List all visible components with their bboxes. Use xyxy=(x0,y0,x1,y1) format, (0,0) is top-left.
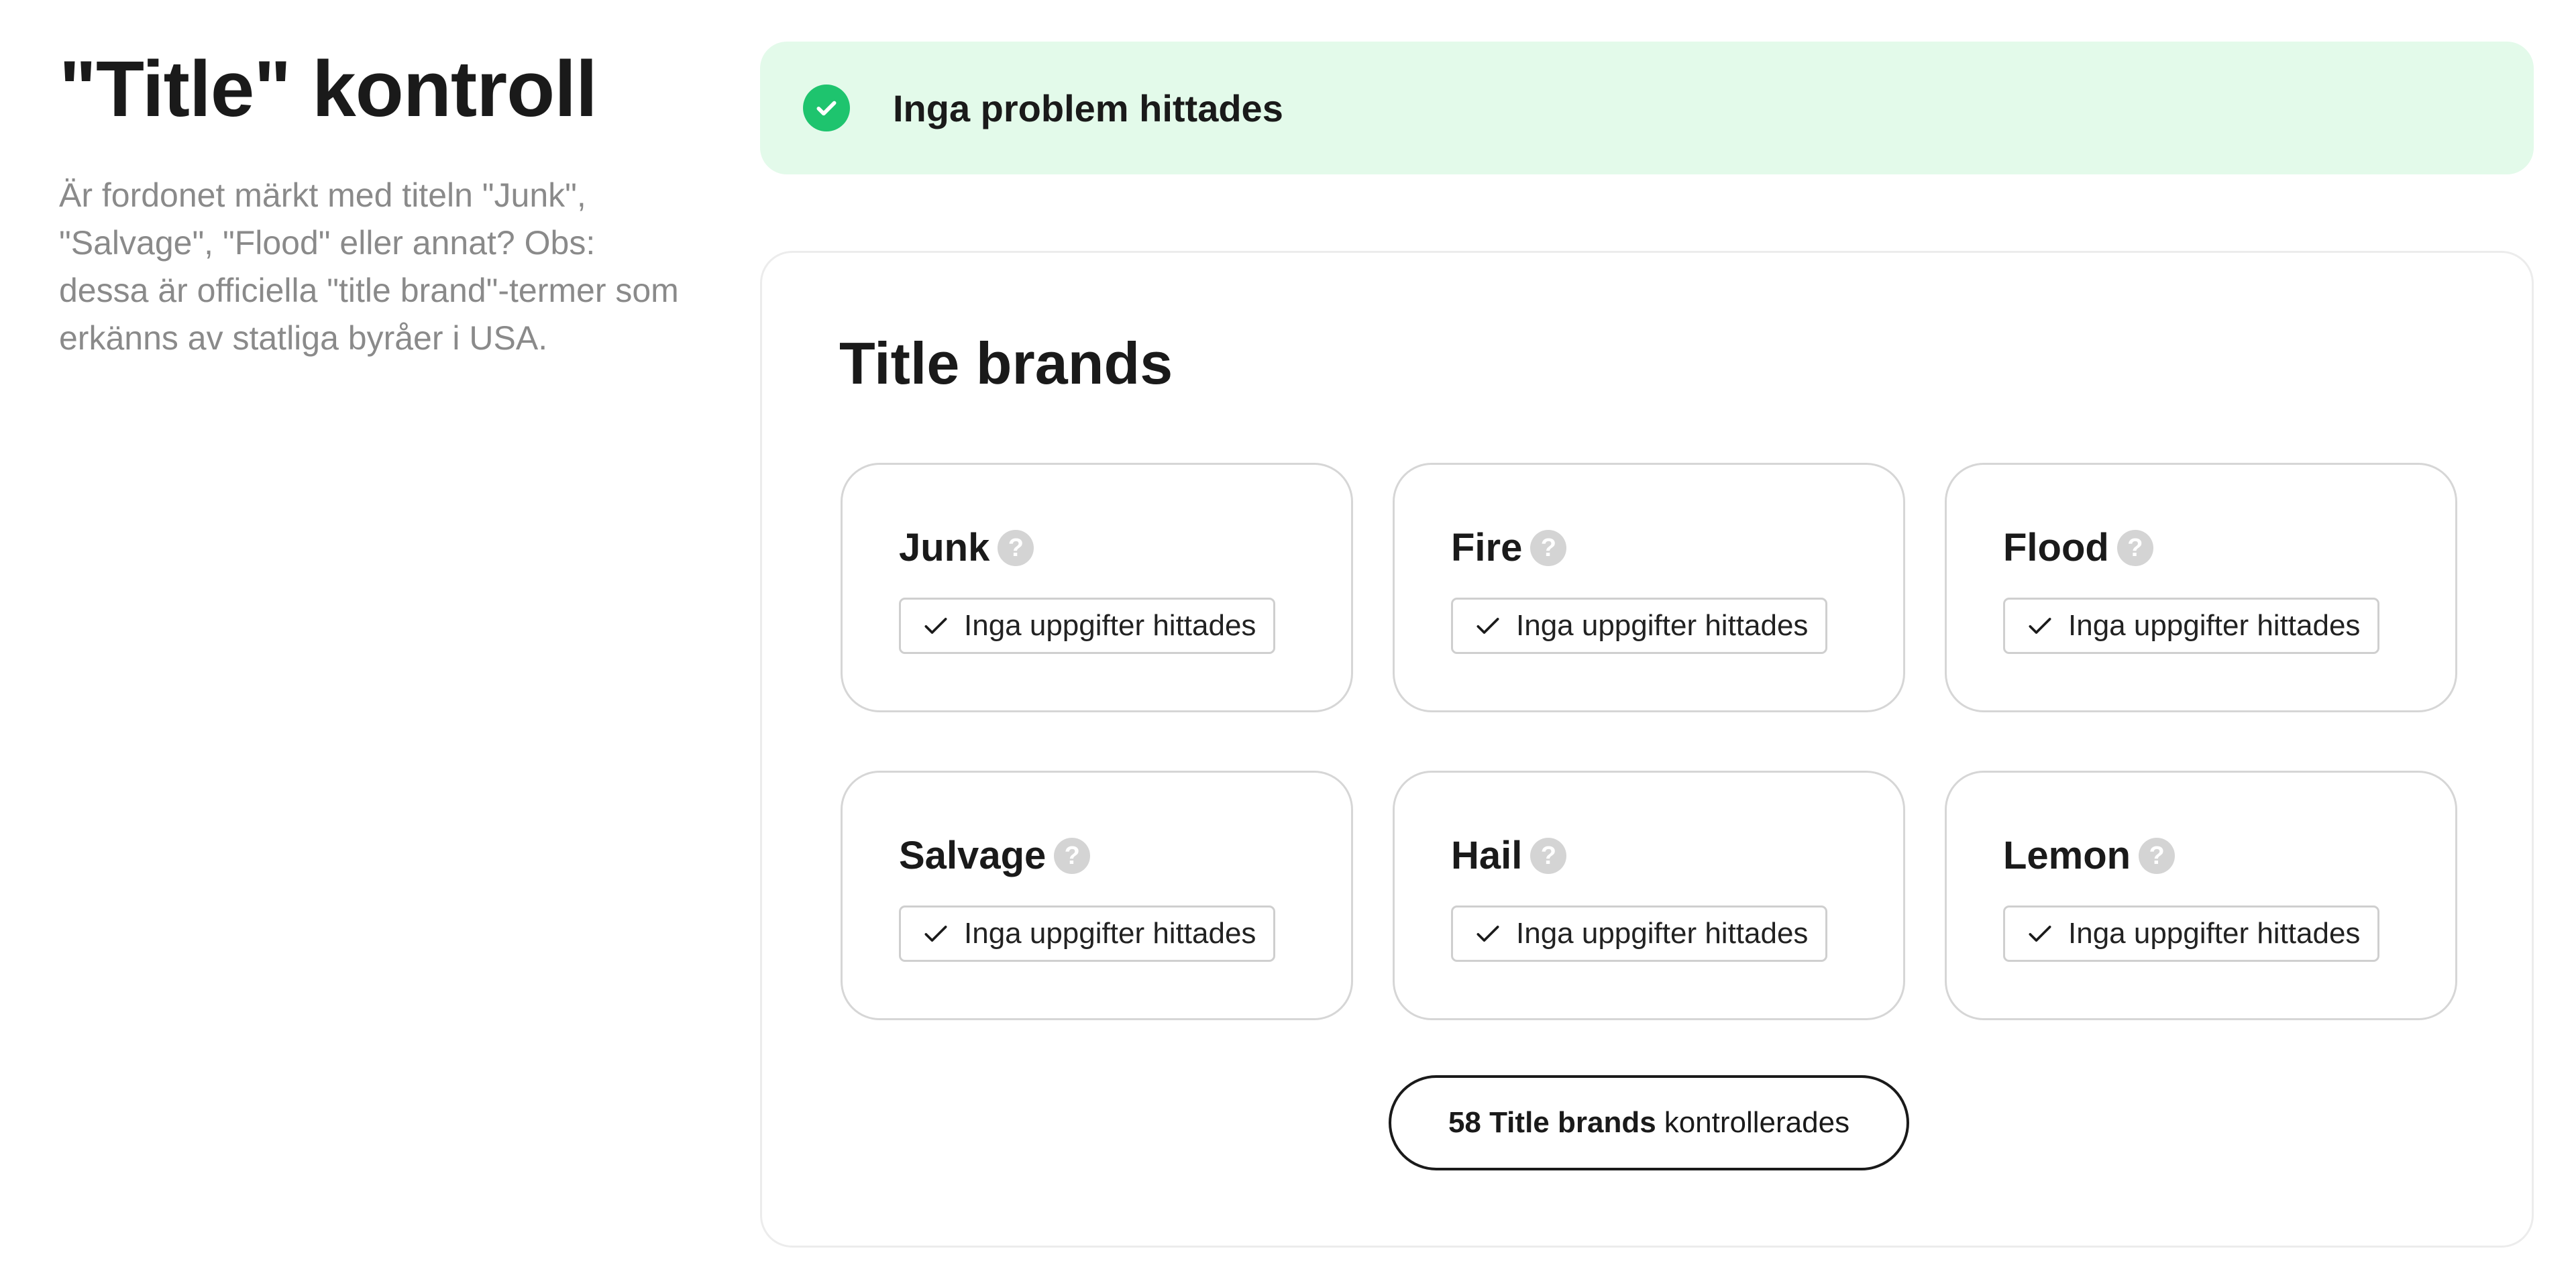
brand-header: Fire ? xyxy=(1451,524,1567,572)
check-icon xyxy=(1477,618,1499,634)
question-icon[interactable]: ? xyxy=(2139,838,2176,874)
brand-card-salvage: Salvage ? Inga uppgifter hittades xyxy=(841,771,1353,1020)
brand-name: Flood xyxy=(2003,526,2109,569)
result-text: Inga uppgifter hittades xyxy=(1516,609,1809,642)
intro-section: "Title" kontroll Är fordonet märkt med t… xyxy=(59,39,683,362)
brand-card-lemon: Lemon ? Inga uppgifter hittades xyxy=(1945,771,2457,1020)
question-icon[interactable]: ? xyxy=(1530,530,1567,566)
question-icon[interactable]: ? xyxy=(2116,530,2153,566)
brand-header: Flood ? xyxy=(2003,524,2153,572)
check-circle-icon xyxy=(803,85,850,131)
result-text: Inga uppgifter hittades xyxy=(964,609,1256,642)
brand-name: Salvage xyxy=(899,834,1046,877)
status-banner: Inga problem hittades xyxy=(760,42,2534,174)
summary-label: kontrollerades xyxy=(1664,1106,1850,1139)
brand-card-flood: Flood ? Inga uppgifter hittades xyxy=(1945,463,2457,712)
brand-header: Lemon ? xyxy=(2003,832,2176,880)
question-icon[interactable]: ? xyxy=(1054,838,1091,874)
result-badge: Inga uppgifter hittades xyxy=(2003,598,2380,654)
result-text: Inga uppgifter hittades xyxy=(964,917,1256,950)
title-brands-card: Title brands Junk ? Inga uppgifter hitta… xyxy=(760,251,2534,1248)
brand-header: Salvage ? xyxy=(899,832,1091,880)
status-text: Inga problem hittades xyxy=(893,87,1283,129)
brand-header: Hail ? xyxy=(1451,832,1567,880)
brand-name: Fire xyxy=(1451,526,1523,569)
summary-count: 58 Title brands xyxy=(1448,1106,1656,1139)
page-title: "Title" kontroll xyxy=(59,45,598,133)
brand-card-fire: Fire ? Inga uppgifter hittades xyxy=(1393,463,1905,712)
result-badge: Inga uppgifter hittades xyxy=(899,598,1276,654)
brand-grid: Junk ? Inga uppgifter hittades Fire ? In… xyxy=(841,463,2457,1020)
check-icon xyxy=(2029,926,2051,942)
result-badge: Inga uppgifter hittades xyxy=(1451,598,1828,654)
result-text: Inga uppgifter hittades xyxy=(2068,917,2361,950)
check-icon xyxy=(1477,926,1499,942)
result-badge: Inga uppgifter hittades xyxy=(1451,905,1828,962)
title-check-page: "Title" kontroll Är fordonet märkt med t… xyxy=(0,0,2576,1263)
brand-card-junk: Junk ? Inga uppgifter hittades xyxy=(841,463,1353,712)
result-badge: Inga uppgifter hittades xyxy=(2003,905,2380,962)
result-text: Inga uppgifter hittades xyxy=(1516,917,1809,950)
brand-card-hail: Hail ? Inga uppgifter hittades xyxy=(1393,771,1905,1020)
result-text: Inga uppgifter hittades xyxy=(2068,609,2361,642)
brand-name: Hail xyxy=(1451,834,1523,877)
check-icon xyxy=(924,618,947,634)
check-icon xyxy=(2029,618,2051,634)
question-icon[interactable]: ? xyxy=(998,530,1034,566)
page-description: Är fordonet märkt med titeln "Junk", "Sa… xyxy=(59,176,679,357)
brands-checked-button[interactable]: 58 Title brands kontrollerades xyxy=(1389,1075,1909,1170)
brand-header: Junk ? xyxy=(899,524,1034,572)
brand-name: Junk xyxy=(899,526,990,569)
brand-name: Lemon xyxy=(2003,834,2131,877)
result-badge: Inga uppgifter hittades xyxy=(899,905,1276,962)
check-icon xyxy=(924,926,947,942)
question-icon[interactable]: ? xyxy=(1530,838,1567,874)
section-title: Title brands xyxy=(839,330,1173,396)
